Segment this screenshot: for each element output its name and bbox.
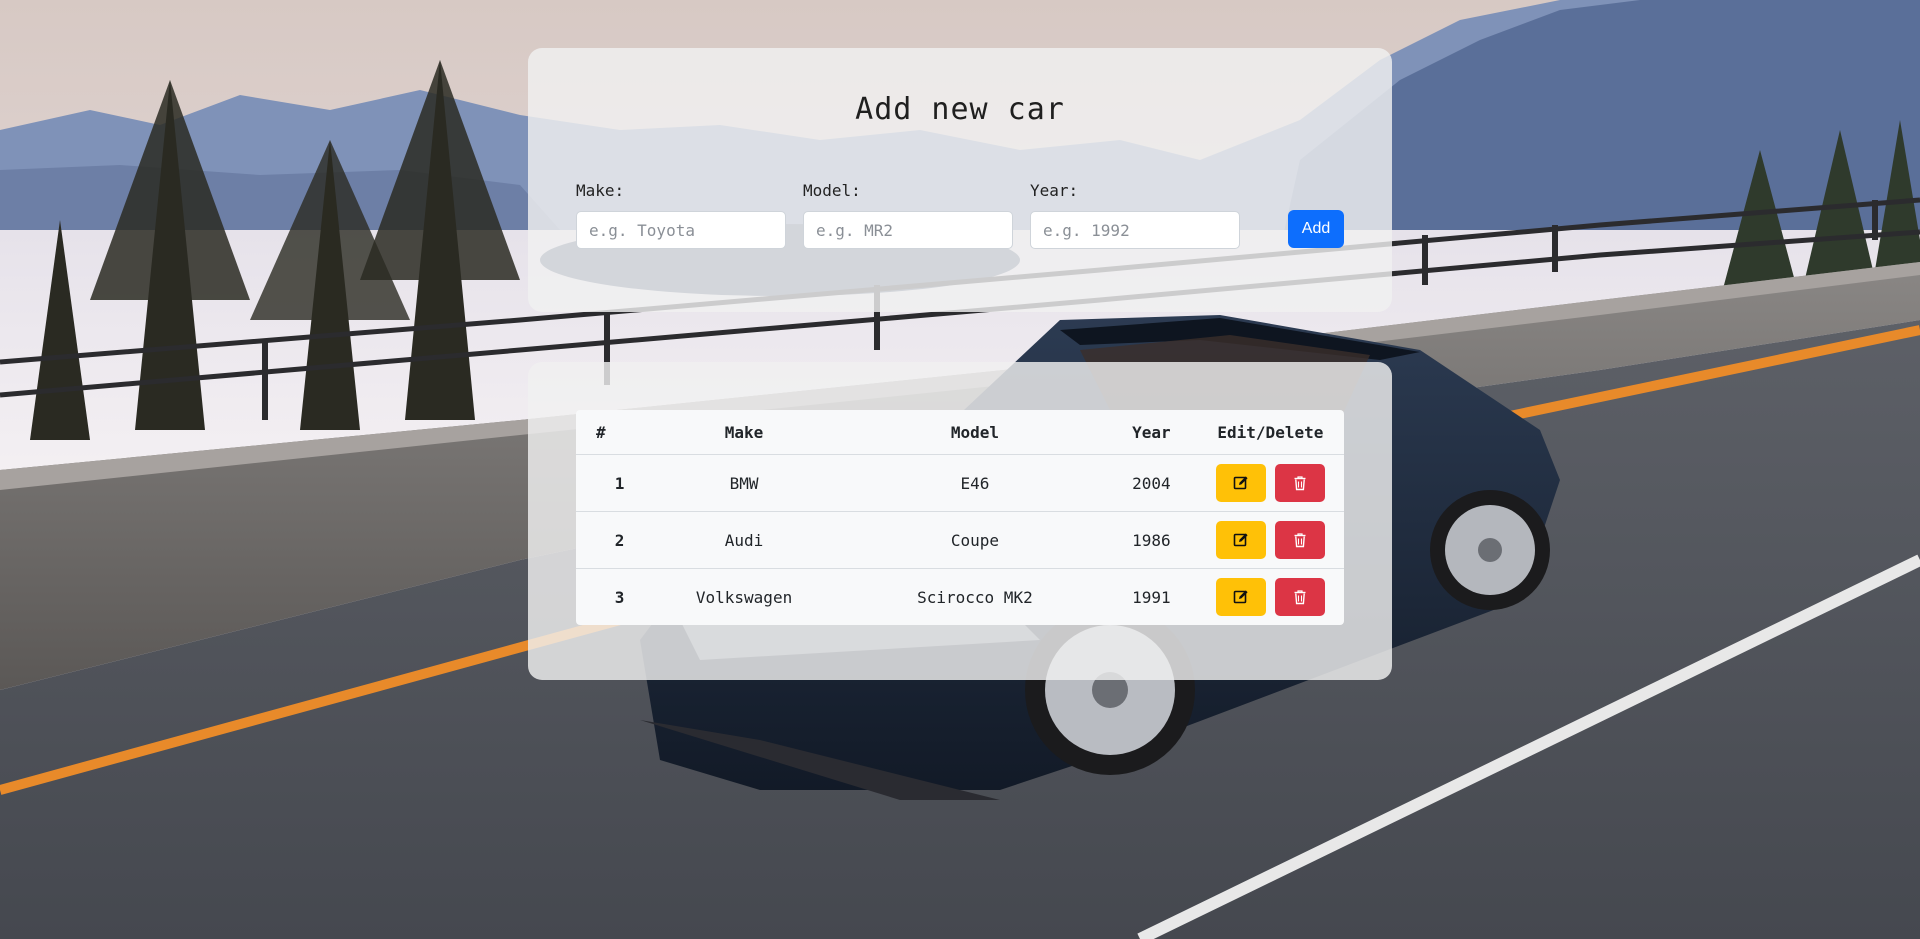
header-year: Year: [1105, 410, 1197, 455]
row-index: 2: [576, 511, 645, 569]
model-input[interactable]: [803, 211, 1013, 249]
delete-button[interactable]: [1274, 521, 1325, 559]
table-row: 3 Volkswagen Scirocco MK2 1991: [576, 569, 1344, 626]
trash-icon: [1294, 476, 1306, 491]
make-input[interactable]: [576, 211, 786, 249]
edit-button[interactable]: [1215, 578, 1266, 616]
trash-icon: [1294, 590, 1306, 605]
table-row: 2 Audi Coupe 1986: [576, 511, 1344, 569]
table-row: 1 BMW E46 2004: [576, 454, 1344, 512]
row-model: E46: [843, 454, 1106, 512]
year-input[interactable]: [1030, 211, 1240, 249]
delete-button[interactable]: [1274, 464, 1325, 502]
row-year: 2004: [1105, 454, 1197, 512]
edit-button[interactable]: [1215, 521, 1266, 559]
row-model: Scirocco MK2: [917, 587, 1033, 607]
delete-button[interactable]: [1274, 578, 1325, 616]
row-make: Volkswagen: [695, 587, 793, 607]
add-car-panel: [528, 48, 1392, 312]
row-make: BMW: [644, 454, 844, 512]
edit-button[interactable]: [1215, 464, 1266, 502]
pencil-square-icon: [1233, 590, 1248, 604]
row-actions: [1196, 511, 1344, 569]
row-actions: [1196, 454, 1344, 512]
cars-table: # Make Model Year Edit/Delete 1 BMW E46 …: [576, 410, 1344, 625]
row-index: 1: [576, 454, 645, 512]
pencil-square-icon: [1233, 533, 1248, 547]
table-header-row: # Make Model Year Edit/Delete: [576, 410, 1344, 455]
add-button[interactable]: Add: [1288, 210, 1344, 248]
pencil-square-icon: [1233, 476, 1248, 490]
row-make: Audi: [644, 511, 844, 569]
row-index: 3: [614, 587, 625, 607]
header-actions: Edit/Delete: [1196, 410, 1344, 455]
trash-icon: [1294, 533, 1306, 548]
row-model: Coupe: [843, 511, 1106, 569]
row-year: 1991: [1132, 587, 1171, 607]
year-label: Year:: [1030, 181, 1079, 200]
row-actions: [1197, 569, 1344, 626]
make-label: Make:: [576, 181, 625, 200]
model-label: Model:: [803, 181, 861, 200]
header-make: Make: [644, 410, 844, 455]
row-year: 1986: [1105, 511, 1197, 569]
form-title: Add new car: [855, 92, 1065, 127]
header-index: #: [576, 410, 645, 455]
header-model: Model: [843, 410, 1106, 455]
